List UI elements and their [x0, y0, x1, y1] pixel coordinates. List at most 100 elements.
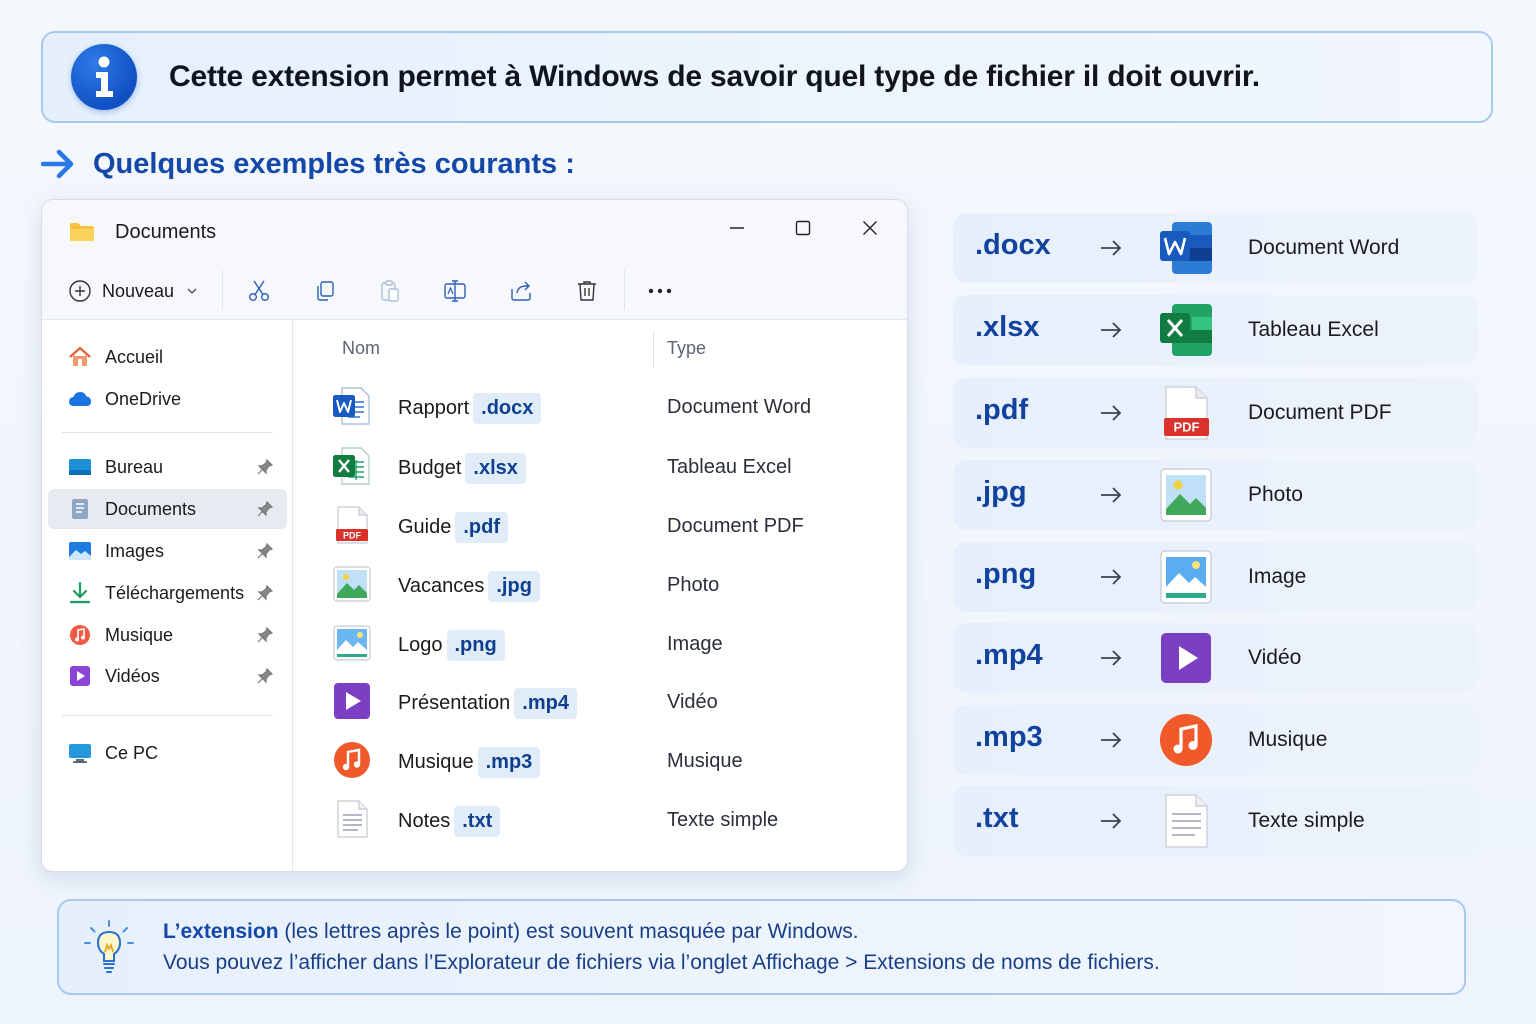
section-heading: Quelques exemples très courants : [41, 140, 575, 188]
file-row[interactable]: Logo .png Image [294, 618, 907, 668]
nav-item-images[interactable]: Images [48, 531, 287, 571]
share-button[interactable] [505, 275, 537, 307]
pin-icon[interactable] [257, 501, 273, 517]
file-explorer-window: Documents Nouveau Accueil OneDrive Burea… [41, 199, 908, 872]
arrow-right-icon [1101, 650, 1122, 666]
close-button[interactable] [856, 214, 884, 242]
nav-item-accueil[interactable]: Accueil [48, 337, 287, 377]
file-type: Texte simple [667, 809, 779, 831]
mapping-label: Musique [1248, 728, 1328, 751]
music-icon [70, 625, 90, 645]
copy-button[interactable] [309, 275, 341, 307]
arrow-right-icon [1101, 322, 1122, 338]
text-icon [1165, 794, 1208, 848]
window-titlebar[interactable]: Documents [42, 200, 907, 262]
mapping-label: Photo [1248, 483, 1303, 506]
mapping-label: Tableau Excel [1248, 318, 1379, 341]
file-name: Musique [398, 751, 474, 773]
text-icon [337, 800, 368, 838]
file-type: Document PDF [667, 515, 804, 537]
column-header-type[interactable]: Type [667, 338, 706, 359]
arrow-right-icon [1101, 569, 1122, 585]
cut-button[interactable] [243, 275, 275, 307]
file-row[interactable]: Notes .txt Texte simple [294, 794, 907, 844]
mapping-extension: .png [975, 558, 1037, 590]
nav-label: Vidéos [105, 665, 160, 686]
nav-item-telechargements[interactable]: Téléchargements [48, 573, 287, 613]
pin-icon[interactable] [257, 668, 273, 684]
video-icon [334, 683, 370, 719]
photo-icon [1160, 468, 1212, 522]
file-extension: .mp4 [514, 688, 577, 719]
new-button[interactable]: Nouveau [68, 275, 198, 307]
tip-line-2: Vous pouvez l’afficher dans l’Explorateu… [163, 951, 1160, 974]
arrow-right-icon [1101, 240, 1122, 256]
pin-icon[interactable] [257, 585, 273, 601]
minimize-button[interactable] [723, 214, 751, 242]
music-icon [334, 742, 370, 778]
file-type: Tableau Excel [667, 456, 792, 478]
pin-icon[interactable] [257, 627, 273, 643]
documents-icon [72, 499, 88, 519]
images-icon [69, 542, 91, 560]
file-row[interactable]: Présentation .mp4 Vidéo [294, 676, 907, 726]
nav-item-ce-pc[interactable]: Ce PC [48, 733, 287, 773]
file-list: Nom Type Rapport .docx Document Word Budg… [294, 320, 907, 871]
file-extension: .png [446, 630, 505, 661]
plus-circle-icon [69, 280, 91, 302]
cloud-icon [69, 392, 91, 406]
nav-divider [62, 432, 273, 433]
maximize-icon [795, 220, 811, 236]
rename-button[interactable] [439, 275, 471, 307]
pin-icon[interactable] [257, 543, 273, 559]
nav-item-onedrive[interactable]: OneDrive [48, 379, 287, 419]
nav-item-musique[interactable]: Musique [48, 615, 287, 655]
tip-box: L’extension (les lettres après le point)… [57, 899, 1466, 995]
file-extension: .docx [473, 393, 542, 424]
file-type: Image [667, 633, 723, 655]
info-icon [71, 44, 137, 110]
copy-icon [317, 281, 334, 301]
nav-label: Accueil [105, 346, 164, 367]
arrow-right-icon [1101, 405, 1122, 421]
mapping-extension: .jpg [975, 476, 1027, 508]
paste-button[interactable] [374, 275, 406, 307]
mapping-row-png: .png Image [953, 542, 1478, 612]
delete-icon [578, 281, 596, 301]
nav-item-documents[interactable]: Documents [48, 489, 287, 529]
file-row[interactable]: Rapport .docx Document Word [294, 381, 907, 431]
home-icon [69, 346, 91, 366]
tip-bold-term: L’extension [163, 920, 279, 943]
word-icon [1160, 222, 1212, 274]
file-row[interactable]: Vacances .jpg Photo [294, 559, 907, 609]
column-header-name[interactable]: Nom [342, 338, 380, 359]
file-type: Document Word [667, 396, 812, 418]
mapping-row-docx: .docx Document Word [953, 213, 1478, 283]
mapping-row-mp3: .mp3 Musique [953, 705, 1478, 775]
file-extension: .mp3 [477, 747, 541, 778]
file-name: Vacances [398, 575, 485, 597]
more-button[interactable] [644, 275, 676, 307]
file-row[interactable]: Budget .xlsx Tableau Excel [294, 441, 907, 491]
word-icon [333, 387, 370, 425]
file-extension: .txt [454, 806, 501, 837]
pin-icon[interactable] [257, 459, 273, 475]
mapping-label: Image [1248, 565, 1307, 588]
pc-icon [69, 744, 91, 763]
nav-item-videos[interactable]: Vidéos [48, 656, 287, 696]
arrow-right-icon [1101, 487, 1122, 503]
mapping-row-jpg: .jpg Photo [953, 460, 1478, 530]
file-name: Guide [398, 516, 452, 538]
rename-icon [444, 280, 466, 302]
delete-button[interactable] [571, 275, 603, 307]
file-row[interactable]: PDF Guide .pdf Document PDF [294, 500, 907, 550]
window-title: Documents [115, 221, 217, 243]
share-icon [511, 281, 531, 301]
maximize-button[interactable] [789, 214, 817, 242]
mapping-label: Document PDF [1248, 401, 1392, 424]
file-row[interactable]: Musique .mp3 Musique [294, 735, 907, 785]
banner-text: Cette extension permet à Windows de savo… [169, 60, 1260, 93]
nav-item-bureau[interactable]: Bureau [48, 447, 287, 487]
column-divider[interactable] [653, 332, 654, 368]
nav-divider [62, 715, 273, 716]
